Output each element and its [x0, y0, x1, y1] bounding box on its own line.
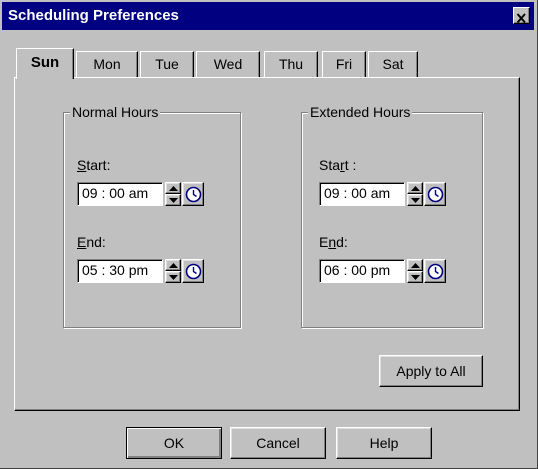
window-title: Scheduling Preferences	[8, 7, 179, 24]
button-label: Cancel	[256, 435, 300, 451]
spin-down-button[interactable]	[407, 194, 423, 206]
group-title: Extended Hours	[308, 104, 413, 120]
extended-start-time-input[interactable]: 09 : 00 am	[319, 182, 405, 206]
spin-up-icon	[169, 263, 178, 268]
normal-start-clock-button[interactable]	[182, 182, 204, 206]
start-label-pre: Sta	[319, 157, 341, 173]
extended-start-clock-button[interactable]	[424, 182, 446, 206]
tab-label: Wed	[213, 56, 243, 72]
end-label-post: d:	[336, 234, 348, 250]
spin-down-icon	[169, 198, 178, 203]
tab-sun[interactable]: Sun	[16, 48, 74, 79]
button-label: Apply to All	[396, 363, 466, 379]
ok-button[interactable]: OK	[126, 427, 222, 459]
extended-end-clock-button[interactable]	[424, 259, 446, 283]
tab-tue[interactable]: Tue	[140, 51, 194, 77]
mnemonic: E	[77, 234, 87, 250]
extended-hours-group: Extended Hours Start : 09 : 00 am End: 0…	[301, 104, 483, 328]
spin-down-icon	[169, 275, 178, 280]
group-title: Normal Hours	[70, 104, 161, 120]
tab-label: Mon	[93, 56, 121, 72]
normal-end-spinner[interactable]	[165, 259, 181, 283]
button-label: OK	[163, 435, 185, 451]
tab-mon[interactable]: Mon	[76, 51, 138, 77]
normal-end-time-input[interactable]: 05 : 30 pm	[77, 259, 163, 283]
end-label-pre: E	[319, 234, 329, 250]
start-label-text: tart:	[86, 157, 111, 173]
spin-up-icon	[169, 186, 178, 191]
extended-end-spinner[interactable]	[407, 259, 423, 283]
spin-down-button[interactable]	[165, 271, 181, 283]
extended-start-spinner[interactable]	[407, 182, 423, 206]
normal-hours-group: Normal Hours Start: 09 : 00 am End: 05 :…	[63, 104, 241, 328]
tab-label: Fri	[335, 56, 353, 72]
normal-start-spinner[interactable]	[165, 182, 181, 206]
normal-start-time-input[interactable]: 09 : 00 am	[77, 182, 163, 206]
end-label: End:	[319, 234, 348, 250]
apply-to-all-button[interactable]: Apply to All	[379, 355, 483, 387]
mnemonic: S	[77, 157, 87, 173]
tab-panel: Normal Hours Start: 09 : 00 am End: 05 :…	[14, 77, 520, 411]
clock-icon	[185, 186, 202, 203]
spin-down-button[interactable]	[407, 271, 423, 283]
help-button[interactable]: Help	[336, 427, 432, 459]
start-label: Start:	[77, 157, 110, 173]
tab-label: Tue	[155, 56, 179, 72]
spin-down-icon	[411, 275, 420, 280]
clock-icon	[427, 263, 444, 280]
spin-up-button[interactable]	[165, 182, 181, 194]
tab-sat[interactable]: Sat	[368, 51, 418, 77]
tab-wed[interactable]: Wed	[196, 51, 260, 77]
mnemonic: n	[328, 234, 337, 250]
scheduling-preferences-dialog: Scheduling Preferences Sun Mon Tue Wed T…	[0, 0, 538, 469]
tab-fri[interactable]: Fri	[322, 51, 366, 77]
tab-label: Thu	[278, 56, 304, 72]
spin-up-button[interactable]	[407, 182, 423, 194]
spin-up-button[interactable]	[165, 259, 181, 271]
tab-label: Sat	[382, 56, 404, 72]
button-label: Help	[369, 435, 399, 451]
end-label-text: nd:	[86, 234, 106, 250]
spin-up-icon	[411, 263, 420, 268]
title-bar: Scheduling Preferences	[2, 2, 534, 30]
close-icon	[516, 13, 526, 24]
spin-down-icon	[411, 198, 420, 203]
clock-icon	[427, 186, 444, 203]
close-button[interactable]	[513, 7, 530, 24]
spin-down-button[interactable]	[165, 194, 181, 206]
spin-up-icon	[411, 186, 420, 191]
cancel-button[interactable]: Cancel	[230, 427, 326, 459]
spin-up-button[interactable]	[407, 259, 423, 271]
clock-icon	[185, 263, 202, 280]
extended-end-time-input[interactable]: 06 : 00 pm	[319, 259, 405, 283]
tab-label: Sun	[30, 54, 60, 71]
tab-thu[interactable]: Thu	[264, 51, 318, 77]
start-label-post: t :	[344, 157, 357, 173]
start-label: Start :	[319, 157, 356, 173]
normal-end-clock-button[interactable]	[182, 259, 204, 283]
end-label: End:	[77, 234, 106, 250]
